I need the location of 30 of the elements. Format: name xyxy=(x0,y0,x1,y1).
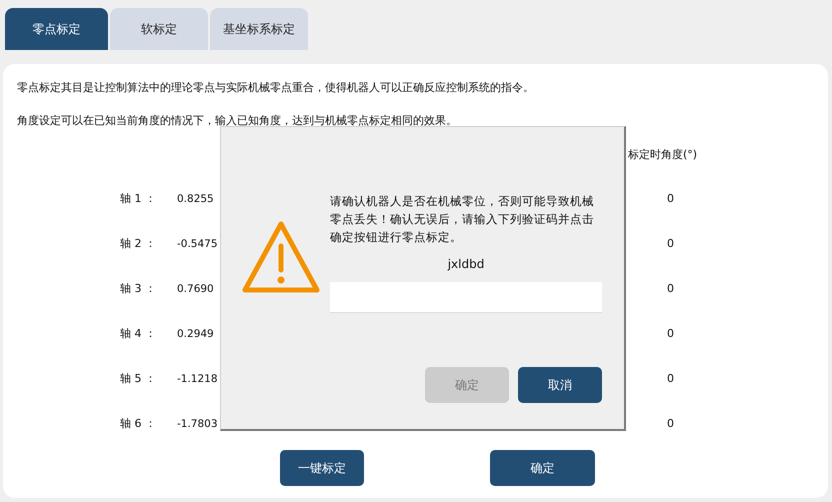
calibration-angle: 0 xyxy=(667,192,674,205)
one-key-calibrate-button[interactable]: 一键标定 xyxy=(280,450,364,486)
axis-value: 0.2949 xyxy=(177,328,214,340)
axis-label: 轴 4 ： xyxy=(120,326,157,341)
axis-value: 0.8255 xyxy=(177,192,214,204)
verification-code: jxldbd xyxy=(448,257,484,271)
tab[interactable]: 软标定 xyxy=(110,8,208,50)
tab[interactable]: 零点标定 xyxy=(5,8,108,50)
axis-label: 轴 5 ： xyxy=(120,371,157,386)
calibration-angle: 0 xyxy=(667,372,674,385)
axis-label: 轴 1 ： xyxy=(120,191,157,206)
calibration-angle: 0 xyxy=(667,282,674,295)
description-text: 零点标定其目是让控制算法中的理论零点与实际机械零点重合，使得机器人可以正确反应控制系统的指令。 xyxy=(17,81,534,94)
calibration-angle: 0 xyxy=(667,417,674,430)
axis-label: 轴 3 ： xyxy=(120,281,157,296)
calibration-angle: 0 xyxy=(667,327,674,340)
tab[interactable]: 基坐标系标定 xyxy=(210,8,308,50)
column-header: 标定时角度(°) xyxy=(628,148,698,161)
confirm-button[interactable]: 确定 xyxy=(490,450,595,486)
dialog-button[interactable]: 取消 xyxy=(518,367,602,403)
dialog-message: 请确认机器人是否在机械零位，否则可能导致机械零点丢失！确认无误后，请输入下列验证码并点击确定按钮进行零点标定。 xyxy=(330,193,595,246)
calibration-angle: 0 xyxy=(667,237,674,250)
code-input-field[interactable] xyxy=(330,282,602,313)
axis-value: -0.5475 xyxy=(177,238,218,250)
axis-value: -1.7803 xyxy=(177,418,218,430)
axis-label: 轴 2 ： xyxy=(120,236,157,251)
axis-value: 0.7690 xyxy=(177,282,214,294)
description-text: 角度设定可以在已知当前角度的情况下，输入已知角度，达到与机械零点标定相同的效果。 xyxy=(17,114,457,127)
axis-value: -1.1218 xyxy=(177,372,218,384)
axis-label: 轴 6 ： xyxy=(120,416,157,431)
